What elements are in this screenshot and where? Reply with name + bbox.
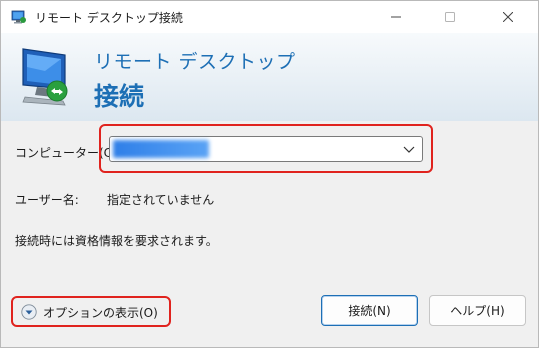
highlight-box-computer bbox=[99, 124, 433, 173]
minimize-icon bbox=[391, 16, 401, 18]
header-banner: リモート デスクトップ 接続 bbox=[1, 33, 538, 121]
username-value: 指定されていません bbox=[107, 193, 215, 207]
close-icon bbox=[503, 12, 513, 22]
credential-info-text: 接続時には資格情報を要求されます。 bbox=[15, 234, 218, 248]
maximize-button[interactable] bbox=[427, 1, 473, 33]
maximize-icon bbox=[445, 12, 455, 22]
remote-desktop-window: リモート デスクトップ接続 リモート デスクトップ 接続 コンピューター(C):… bbox=[0, 0, 539, 348]
highlight-box-options bbox=[11, 296, 171, 327]
monitor-connection-icon bbox=[15, 45, 79, 109]
title-bar[interactable]: リモート デスクトップ接続 bbox=[1, 1, 538, 33]
help-button[interactable]: ヘルプ(H) bbox=[429, 295, 526, 326]
banner-title-line1: リモート デスクトップ bbox=[94, 51, 296, 73]
minimize-button[interactable] bbox=[373, 1, 419, 33]
remote-desktop-icon bbox=[11, 9, 27, 25]
window-title: リモート デスクトップ接続 bbox=[35, 11, 183, 25]
banner-title-line2: 接続 bbox=[94, 82, 145, 111]
connect-button[interactable]: 接続(N) bbox=[321, 295, 418, 326]
username-label: ユーザー名: bbox=[15, 193, 79, 207]
close-button[interactable] bbox=[485, 1, 531, 33]
